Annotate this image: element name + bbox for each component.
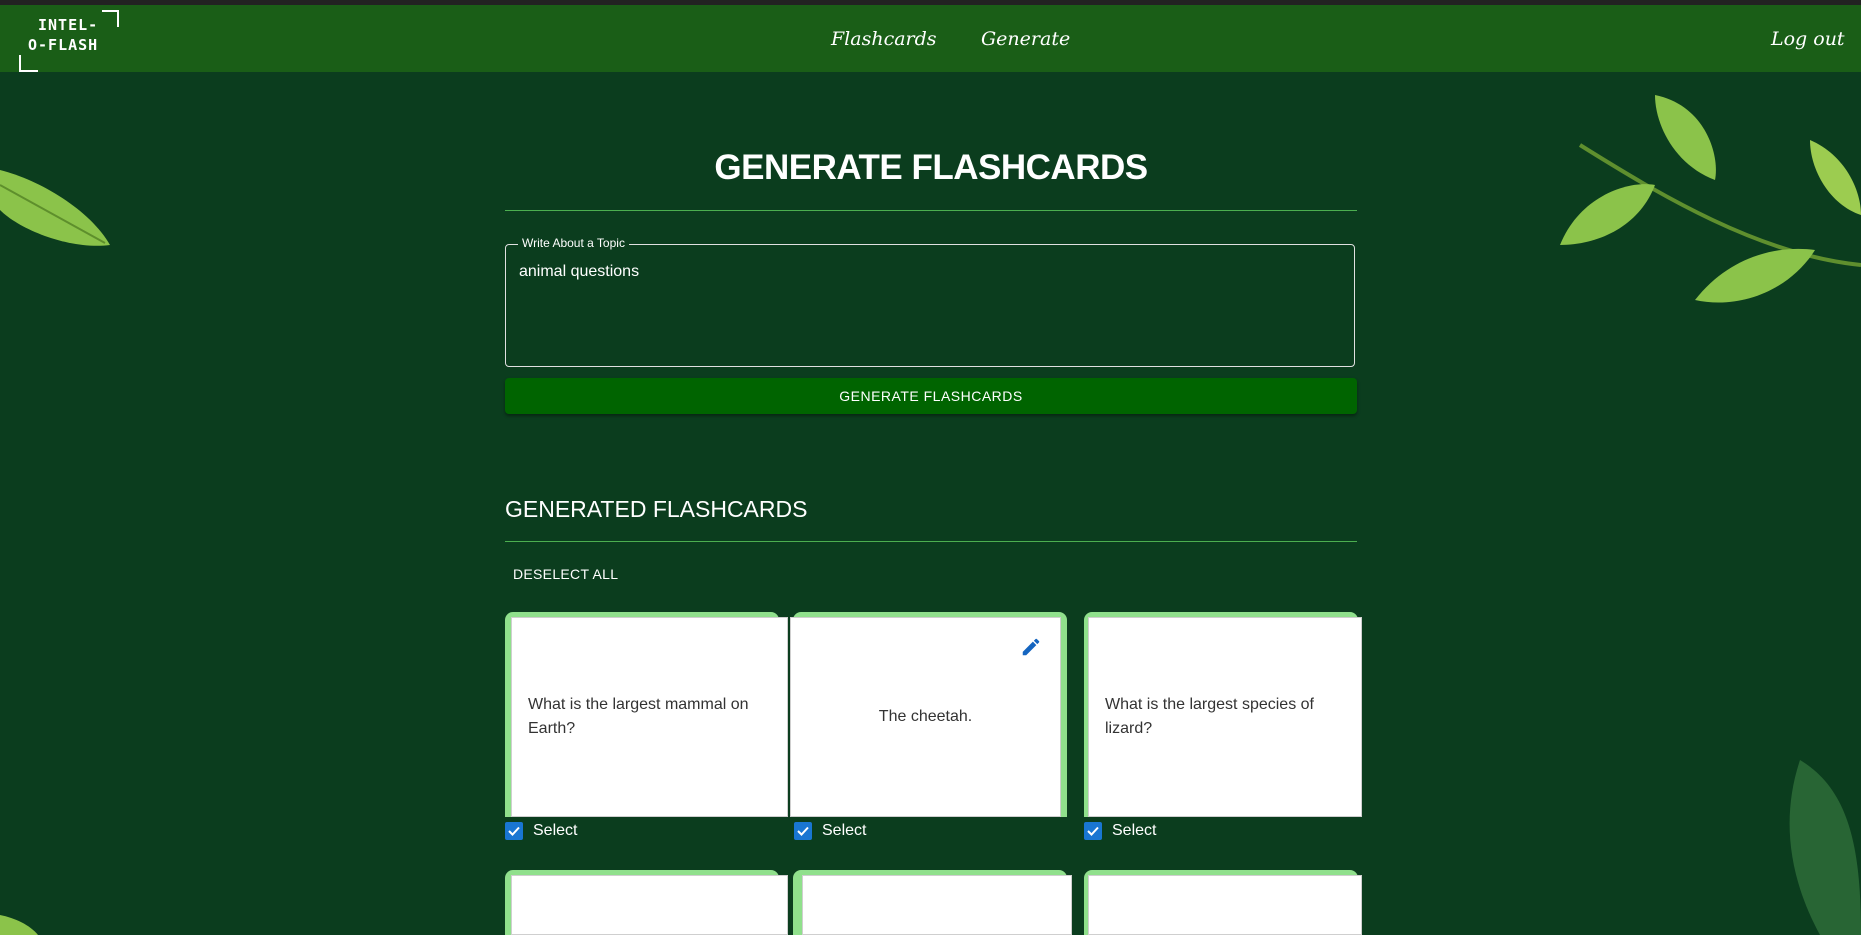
card-select-row: Select xyxy=(794,822,866,840)
select-label: Select xyxy=(533,822,578,839)
topic-textarea[interactable]: Write About a Topic animal questions xyxy=(505,236,1355,367)
card-face[interactable] xyxy=(802,875,1072,935)
logo-line-2: O-FLASH xyxy=(28,36,99,54)
select-label: Select xyxy=(822,822,867,839)
select-label: Select xyxy=(1112,822,1157,839)
card-face[interactable]: What is the largest mammal on Earth? xyxy=(511,617,788,817)
checkbox-checked-icon[interactable] xyxy=(794,822,812,840)
card-face[interactable] xyxy=(1088,875,1362,935)
checkbox-checked-icon[interactable] xyxy=(1084,822,1102,840)
leaf-icon xyxy=(1789,760,1861,935)
generate-flashcards-button[interactable]: GENERATE FLASHCARDS xyxy=(505,378,1357,414)
topic-field-label: Write About a Topic xyxy=(518,236,629,250)
leaf-icon xyxy=(0,915,38,935)
card-face[interactable] xyxy=(511,875,788,935)
logo[interactable]: INTEL- O-FLASH xyxy=(18,15,98,55)
card-text: The cheetah. xyxy=(878,708,973,725)
topic-field-value: animal questions xyxy=(519,263,640,280)
logout-link[interactable]: Log out xyxy=(1771,28,1845,50)
generated-flashcards-heading: GENERATED FLASHCARDS xyxy=(505,496,808,522)
title-divider xyxy=(505,210,1357,211)
nav-link-flashcards[interactable]: Flashcards xyxy=(831,28,937,50)
navbar: INTEL- O-FLASH Flashcards Generate Log o… xyxy=(0,5,1861,72)
page-title: GENERATE FLASHCARDS xyxy=(714,148,1148,187)
nav-link-generate[interactable]: Generate xyxy=(981,28,1070,50)
logo-line-1: INTEL- xyxy=(38,16,99,34)
card-text: What is the largest mammal on Earth? xyxy=(528,696,749,737)
card-text: What is the largest species of lizard? xyxy=(1105,696,1314,737)
checkbox-checked-icon[interactable] xyxy=(505,822,523,840)
edit-icon[interactable] xyxy=(1020,636,1042,658)
card-face[interactable]: The cheetah. xyxy=(790,617,1061,817)
card-select-row: Select xyxy=(505,822,577,840)
section-divider xyxy=(505,541,1357,542)
deselect-all-button[interactable]: DESELECT ALL xyxy=(505,562,626,586)
leaf-icon xyxy=(1560,95,1861,303)
leaf-icon xyxy=(0,170,110,246)
card-face[interactable]: What is the largest species of lizard? xyxy=(1088,617,1362,817)
card-select-row: Select xyxy=(1084,822,1156,840)
